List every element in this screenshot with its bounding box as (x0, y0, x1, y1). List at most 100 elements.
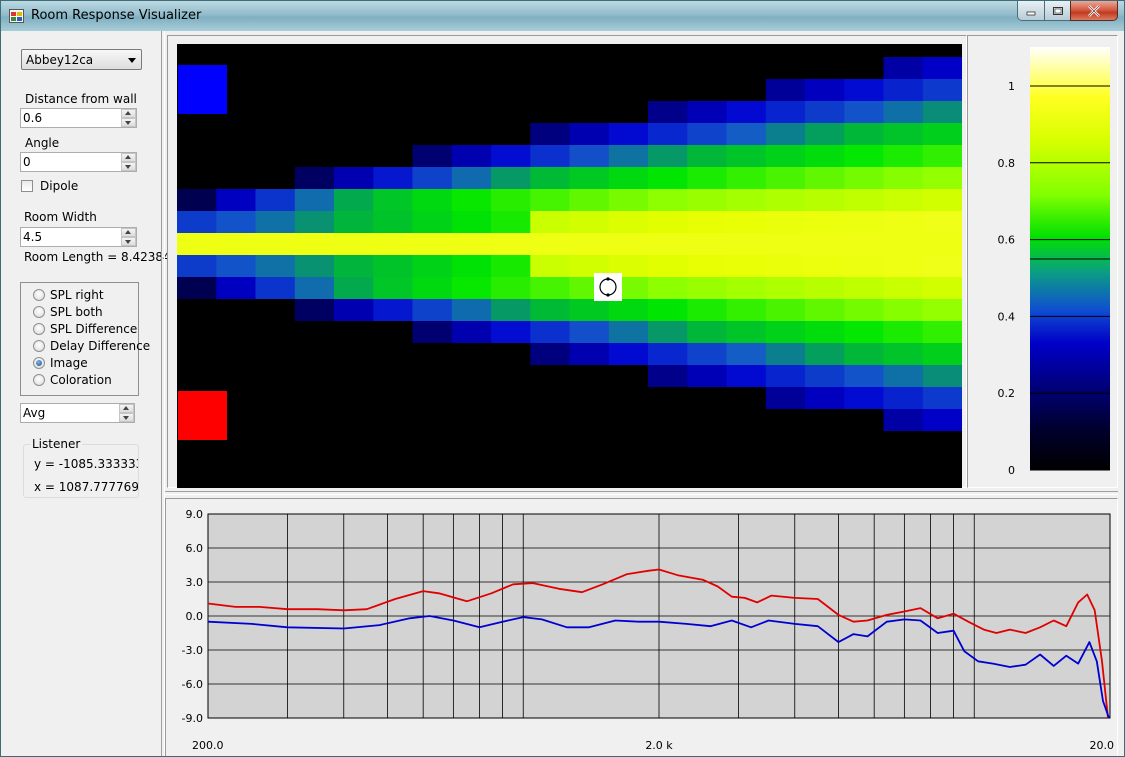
colorbar-tick-label: 0 (1008, 464, 1015, 477)
listener-legend: Listener (30, 437, 83, 451)
heatmap-cell (177, 211, 217, 233)
horizontal-splitter[interactable] (165, 491, 1118, 495)
listener-marker[interactable] (594, 273, 622, 301)
heatmap-cell (255, 255, 296, 277)
angle-stepper[interactable]: 0 (20, 152, 137, 172)
heatmap-cell (805, 365, 845, 387)
maximize-button[interactable] (1044, 1, 1071, 21)
radio-button[interactable] (33, 323, 45, 335)
heatmap-cell (844, 255, 885, 277)
heatmap-cell (412, 211, 453, 233)
heatmap-cell (922, 299, 962, 321)
heatmap-cell (726, 211, 767, 233)
spin-up-icon[interactable] (121, 228, 136, 237)
heatmap-cell (883, 409, 924, 431)
heatmap-cell (569, 343, 610, 365)
spin-up-icon[interactable] (119, 404, 134, 413)
heatmap-cell (177, 277, 217, 299)
title-bar[interactable]: Room Response Visualizer (1, 1, 1124, 31)
heatmap-cell (726, 233, 767, 255)
heatmap-cell (922, 101, 962, 123)
spin-down-icon[interactable] (121, 162, 136, 171)
radio-label: SPL right (50, 288, 104, 302)
heatmap-cell (883, 145, 924, 167)
heatmap-cell (373, 211, 414, 233)
heatmap-cell (569, 123, 610, 145)
room-heatmap[interactable] (177, 44, 962, 488)
heatmap-cell (765, 365, 806, 387)
heatmap-cell (491, 255, 531, 277)
heatmap-cell (765, 123, 806, 145)
heatmap-cell (334, 233, 374, 255)
heatmap-cell (334, 299, 374, 321)
spin-down-icon[interactable] (119, 413, 134, 422)
minimize-button[interactable] (1017, 1, 1045, 21)
y-tick-labels: 9.0 6.0 3.0 0.0 -3.0 -6.0 -9.0 (182, 508, 203, 725)
minimize-icon (1026, 11, 1036, 15)
heatmap-cell (412, 167, 453, 189)
left-speaker-marker[interactable] (178, 65, 227, 114)
heatmap-cell (216, 211, 257, 233)
heatmap-cells (177, 57, 962, 431)
heatmap-cell (883, 57, 924, 79)
radio-button[interactable] (33, 340, 45, 352)
heatmap-cell (294, 189, 335, 211)
spin-down-icon[interactable] (121, 237, 136, 246)
client-area: Abbey12ca Distance from wall 0.6 Angle 0… (9, 31, 1118, 757)
heatmap-cell (530, 211, 571, 233)
heatmap-cell (412, 233, 453, 255)
heatmap-cell (844, 211, 885, 233)
heatmap-cell (726, 365, 767, 387)
dipole-checkbox[interactable] (21, 180, 33, 192)
y-tick-label: 3.0 (186, 576, 204, 589)
colorbar-tick-label: 0.6 (998, 234, 1016, 247)
y-tick-label: 0.0 (186, 610, 204, 623)
colorbar-panel: 1 0.8 0.6 0.4 0.2 0 (967, 35, 1118, 488)
close-button[interactable] (1070, 1, 1118, 21)
heatmap-cell (687, 101, 728, 123)
heatmap-cell (648, 321, 688, 343)
colorbar-tick-label: 0.2 (998, 387, 1016, 400)
heatmap-cell (765, 233, 806, 255)
heatmap-cell (922, 409, 962, 431)
heatmap-cell (294, 167, 335, 189)
room-width-label: Room Width (24, 210, 97, 224)
radio-button[interactable] (33, 374, 45, 386)
distance-label: Distance from wall (25, 92, 137, 106)
radio-button[interactable] (33, 357, 45, 369)
heatmap-cell (530, 233, 571, 255)
right-speaker-marker[interactable] (178, 391, 227, 440)
avg-value: Avg (23, 406, 46, 420)
angle-label: Angle (25, 136, 60, 150)
avg-stepper[interactable]: Avg (20, 403, 135, 423)
heatmap-cell (922, 57, 962, 79)
heatmap-cell (530, 189, 571, 211)
spin-up-icon[interactable] (121, 109, 136, 118)
heatmap-cell (922, 79, 962, 101)
frequency-chart[interactable]: 9.0 6.0 3.0 0.0 -3.0 -6.0 -9.0 200.0 2.0 k 20.0 (166, 499, 1118, 757)
heatmap-cell (765, 321, 806, 343)
heatmap-cell (294, 299, 335, 321)
spin-up-icon[interactable] (121, 153, 136, 162)
heatmap-cell (451, 211, 492, 233)
heatmap-cell (451, 145, 492, 167)
listener-group: Listener y = -1085.33333333333 x = 1087.… (23, 437, 139, 498)
radio-button[interactable] (33, 306, 45, 318)
heatmap-cell (373, 233, 414, 255)
heatmap-cell (491, 277, 531, 299)
colorbar: 1 0.8 0.6 0.4 0.2 0 (998, 47, 1110, 477)
heatmap-cell (177, 255, 217, 277)
spin-down-icon[interactable] (121, 118, 136, 127)
radio-button[interactable] (33, 289, 45, 301)
heatmap-cell (412, 145, 453, 167)
distance-stepper[interactable]: 0.6 (20, 108, 137, 128)
dipole-label: Dipole (40, 179, 79, 193)
heatmap-cell (765, 387, 806, 409)
room-width-stepper[interactable]: 4.5 (20, 227, 137, 247)
heatmap-cell (765, 189, 806, 211)
heatmap-cell (805, 255, 845, 277)
control-panel: Abbey12ca Distance from wall 0.6 Angle 0… (9, 31, 194, 756)
heatmap-cell (922, 387, 962, 409)
preset-dropdown[interactable]: Abbey12ca (21, 49, 142, 70)
heatmap-cell (805, 343, 845, 365)
